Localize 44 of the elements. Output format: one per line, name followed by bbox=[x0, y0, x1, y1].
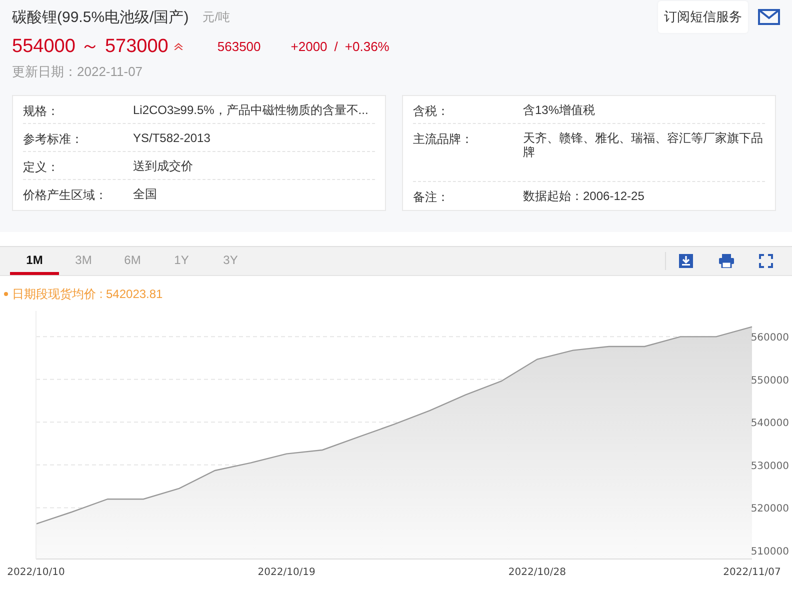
range-tab[interactable]: 3Y bbox=[206, 247, 255, 275]
y-axis-label: 550000 bbox=[750, 375, 789, 386]
spec-label: 参考标准： bbox=[23, 131, 84, 148]
range-tab[interactable]: 3M bbox=[59, 247, 108, 275]
spec-value: 含13%增值税 bbox=[523, 103, 596, 119]
product-title: 碳酸锂(99.5%电池级/国产) bbox=[12, 8, 189, 26]
mail-icon[interactable] bbox=[758, 9, 780, 25]
spec-value: Li2CO3≥99.5%，产品中磁性物质的含量不... bbox=[133, 103, 370, 119]
spec-label: 规格： bbox=[23, 103, 60, 120]
price-range: 554000 ～ 573000 bbox=[12, 35, 168, 59]
spec-label: 含税： bbox=[413, 103, 450, 120]
spec-label: 主流品牌： bbox=[413, 131, 474, 148]
y-axis-label: 560000 bbox=[750, 332, 789, 344]
range-tab[interactable]: 6M bbox=[108, 247, 157, 275]
y-axis-label: 540000 bbox=[750, 418, 789, 430]
range-tab[interactable]: 1M bbox=[10, 247, 59, 275]
range-tab[interactable]: 1Y bbox=[157, 247, 206, 275]
x-axis-label: 2022/10/19 bbox=[258, 567, 316, 578]
printer-icon bbox=[718, 254, 734, 268]
spec-label: 价格产生区域： bbox=[23, 187, 108, 204]
change-percent: +0.36% bbox=[344, 38, 390, 54]
y-axis-label: 530000 bbox=[750, 460, 789, 472]
price-change: +2000 bbox=[290, 38, 328, 54]
spec-label: 定义： bbox=[23, 159, 60, 176]
unit-label: 元/吨 bbox=[202, 8, 230, 26]
spec-label: 备注： bbox=[413, 189, 450, 206]
spec-value: 全国 bbox=[133, 187, 158, 203]
average-price: 563500 bbox=[217, 38, 261, 54]
spec-value: 天齐、赣锋、雅化、瑞福、容汇等厂家旗下品牌 bbox=[523, 131, 764, 161]
y-axis-label: 510000 bbox=[750, 546, 789, 558]
spec-value: YS/T582-2013 bbox=[133, 131, 212, 147]
separator-text: / bbox=[334, 38, 338, 54]
bullet-icon bbox=[4, 292, 8, 296]
download-icon bbox=[679, 254, 693, 268]
subscribe-sms-button[interactable]: 订阅短信服务 bbox=[658, 1, 748, 33]
x-axis-label: 2022/10/28 bbox=[508, 567, 566, 578]
spec-value: 送到成交价 bbox=[133, 159, 194, 175]
x-axis-label: 2022/10/10 bbox=[7, 567, 65, 578]
update-date: 更新日期：2022-11-07 bbox=[12, 63, 144, 81]
y-axis-label: 520000 bbox=[750, 504, 789, 515]
spec-value: 数据起始：2006-12-25 bbox=[523, 189, 646, 205]
period-average-price: 日期段现货均价 : 542023.81 bbox=[12, 287, 163, 301]
x-axis-label: 2022/11/07 bbox=[723, 567, 781, 578]
fullscreen-icon bbox=[759, 254, 773, 268]
